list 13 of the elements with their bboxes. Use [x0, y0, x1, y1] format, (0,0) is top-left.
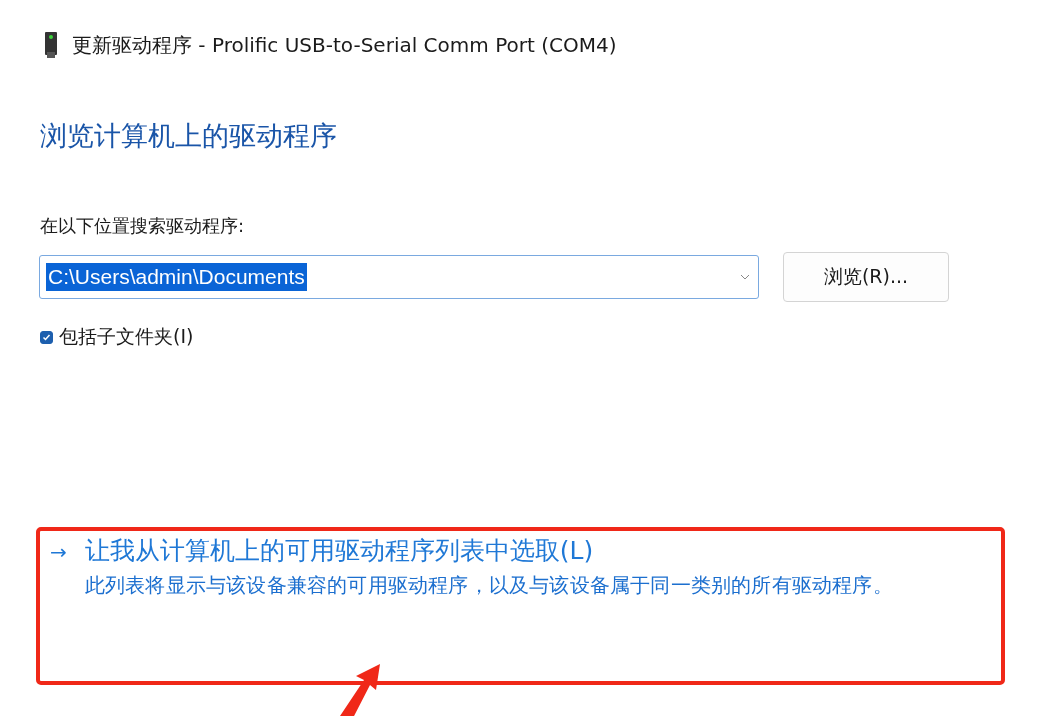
caret-icon[interactable] — [740, 274, 750, 280]
window-title: 更新驱动程序 - Prolific USB-to-Serial Comm Port (COM4) — [72, 31, 617, 59]
browse-button[interactable]: 浏览(R)... — [783, 252, 949, 302]
device-icon — [44, 32, 58, 58]
checkbox[interactable] — [40, 330, 53, 344]
page-heading: 浏览计算机上的驱动程序 — [40, 119, 337, 153]
checkbox-label[interactable]: 包括子文件夹(I) — [59, 324, 194, 350]
pick-driver-link[interactable]: 让我从计算机上的可用驱动程序列表中选取(L) — [84, 534, 594, 567]
checkmark-icon — [42, 332, 51, 342]
path-combobox[interactable]: C:\Users\admin\Documents — [39, 255, 759, 299]
arrow-glyph: → — [50, 539, 67, 566]
search-label: 在以下位置搜索驱动程序: — [40, 214, 245, 238]
option-description: 此列表将显示与该设备兼容的可用驱动程序，以及与该设备属于同一类别的所有驱动程序。 — [84, 572, 894, 599]
